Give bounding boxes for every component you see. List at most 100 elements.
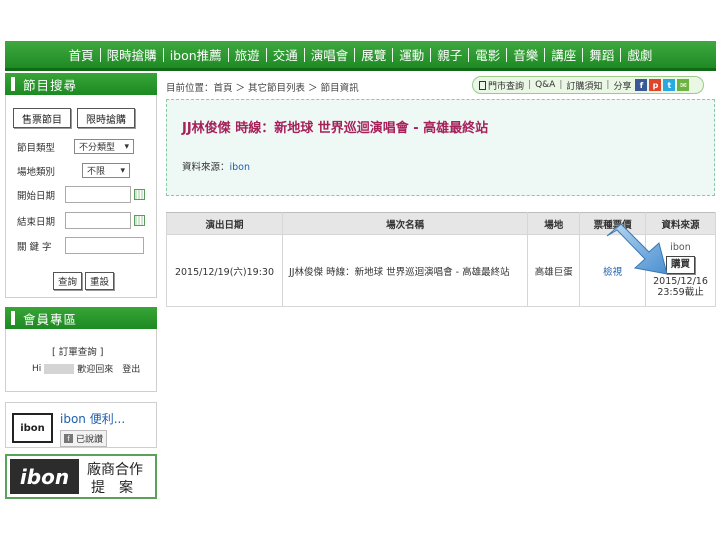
partner-title-line2: 提 案: [91, 480, 133, 496]
member-area-panel: [ 訂單查詢 ] Hi 歡迎回來 登出: [5, 329, 157, 392]
nav-item[interactable]: 舞蹈: [583, 45, 620, 64]
nav-separator: [392, 47, 394, 62]
order-notice-link[interactable]: 訂購須知: [566, 79, 602, 92]
nav-item[interactable]: 音樂: [507, 45, 544, 64]
member-name-masked: [44, 363, 75, 374]
fanpage-name: ibon 便利...: [60, 412, 126, 426]
deadline-time: 23:59截止: [657, 287, 704, 299]
nav-separator: [506, 47, 508, 62]
member-greeting: Hi 歡迎回來 登出: [32, 362, 140, 375]
header-date: 演出日期: [166, 212, 283, 235]
store-icon: [479, 80, 486, 90]
calendar-icon[interactable]: [134, 215, 145, 226]
nav-item[interactable]: 旅遊: [229, 45, 266, 64]
nav-item[interactable]: 限時搶購: [101, 45, 163, 64]
welcome-text: 歡迎回來: [77, 365, 114, 375]
query-button[interactable]: 查詢: [53, 272, 83, 290]
breadcrumb: 目前位置：首頁 ＞ 其它節目列表 ＞ 節目資訊: [166, 83, 359, 94]
nav-item[interactable]: 親子: [431, 45, 468, 64]
store-query-link[interactable]: 門市查詢: [488, 79, 524, 92]
start-date-row: 開始日期: [17, 186, 145, 203]
event-info-box: JJ林俊傑 時線：新地球 世界巡迴演唱會 - 高雄最終站 資料來源：ibon: [166, 99, 715, 196]
calendar-icon[interactable]: [134, 189, 145, 200]
keyword-label: 關 鍵 字: [17, 241, 52, 253]
program-type-label: 節目類型: [17, 142, 56, 154]
ibon-fb-logo-text: ibon: [20, 422, 45, 434]
facebook-share-icon[interactable]: f: [635, 79, 648, 91]
nav-item[interactable]: 戲劇: [621, 45, 658, 64]
keyword-row: 關 鍵 字: [17, 237, 144, 254]
header-session-name: 場次名稱: [281, 212, 529, 235]
source-link[interactable]: ibon: [230, 162, 251, 173]
session-venue: 高雄巨蛋: [527, 234, 581, 307]
nav-separator: [430, 47, 432, 62]
hi-text: Hi: [32, 363, 42, 374]
top-navigation: 首頁 限時搶購 ibon推薦 旅遊 交通 演唱會 展覽 運動 親子 電影 音樂 講座 舞蹈 戲劇: [5, 41, 716, 71]
program-search-header: 節目搜尋: [5, 73, 157, 95]
end-date-label: 結束日期: [17, 216, 56, 228]
program-type-row: 節目類型 不分類型 ▾: [17, 139, 134, 154]
twitter-share-icon[interactable]: t: [663, 79, 676, 91]
nav-item[interactable]: 運動: [393, 45, 430, 64]
nav-item[interactable]: 演唱會: [305, 45, 355, 64]
nav-separator: [162, 47, 164, 62]
program-search-title: 節目搜尋: [23, 77, 78, 93]
ticket-programs-button[interactable]: 售票節目: [13, 108, 71, 128]
nav-separator: [582, 47, 584, 62]
pointer-arrow-icon: [606, 223, 668, 275]
session-date: 2015/12/19(六)19:30: [166, 234, 283, 307]
flash-sale-button[interactable]: 限時搶購: [77, 108, 135, 128]
program-type-select[interactable]: 不分類型 ▾: [74, 139, 134, 154]
partner-proposal-ad[interactable]: ibon 廠商合作 提 案: [5, 454, 157, 499]
event-title: JJ林俊傑 時線：新地球 世界巡迴演唱會 - 高雄最終站: [182, 121, 489, 136]
toolbar-separator: |: [559, 80, 563, 90]
facebook-fanpage-ad[interactable]: ibon ibon 便利... f 已說讚: [5, 402, 157, 448]
end-date-input[interactable]: [65, 212, 131, 229]
nav-separator: [303, 47, 305, 62]
reset-button[interactable]: 重設: [85, 272, 115, 290]
member-area-title: 會員專區: [23, 311, 78, 327]
search-tab-row: 售票節目 限時搶購: [13, 108, 135, 128]
utility-toolbar: 門市查詢 | Q&A | 訂購須知 | 分享 f p t ✉: [472, 76, 704, 94]
share-label: 分享: [613, 81, 632, 92]
header-venue: 場地: [527, 212, 581, 235]
nav-item[interactable]: 講座: [545, 45, 582, 64]
nav-separator: [544, 47, 546, 62]
logout-link[interactable]: 登出: [122, 362, 140, 375]
start-date-label: 開始日期: [17, 190, 56, 202]
share-icons: f p t ✉: [633, 79, 690, 91]
nav-item[interactable]: 首頁: [63, 45, 100, 64]
dropdown-arrow-icon: ▾: [120, 165, 125, 176]
nav-separator: [468, 47, 470, 62]
session-name: JJ林俊傑 時線：新地球 世界巡迴演唱會 - 高雄最終站: [281, 234, 529, 307]
keyword-input[interactable]: [65, 237, 144, 254]
nav-separator: [265, 47, 267, 62]
email-share-icon[interactable]: ✉: [677, 79, 690, 91]
venue-type-select[interactable]: 不限 ▾: [82, 163, 130, 178]
ibon-fb-logo: ibon: [12, 413, 53, 443]
nav-separator: [99, 47, 101, 62]
nav-item[interactable]: 交通: [267, 45, 304, 64]
program-type-value: 不分類型: [79, 143, 116, 153]
search-action-row: 查詢 重設: [53, 272, 115, 290]
nav-separator: [620, 47, 622, 62]
nav-item[interactable]: 展覽: [355, 45, 392, 64]
member-area-header: 會員專區: [5, 307, 157, 329]
nav-item[interactable]: ibon推薦: [164, 45, 228, 64]
nav-item[interactable]: 電影: [469, 45, 506, 64]
dropdown-arrow-icon: ▾: [124, 141, 129, 152]
facebook-icon: f: [64, 434, 73, 443]
start-date-input[interactable]: [65, 186, 131, 203]
plurk-share-icon[interactable]: p: [649, 79, 662, 91]
toolbar-separator: |: [606, 80, 610, 90]
end-date-row: 結束日期: [17, 212, 145, 229]
nav-separator: [227, 47, 229, 62]
ibon-partner-logo: ibon: [10, 459, 79, 494]
venue-type-value: 不限: [87, 167, 106, 177]
order-query-link[interactable]: [ 訂單查詢 ]: [52, 344, 103, 358]
venue-type-label: 場地類別: [17, 166, 56, 178]
qa-link[interactable]: Q&A: [535, 80, 555, 90]
ibon-partner-logo-text: ibon: [19, 464, 70, 489]
venue-type-row: 場地類別 不限 ▾: [17, 163, 130, 178]
fb-like-badge[interactable]: f 已說讚: [60, 430, 108, 447]
